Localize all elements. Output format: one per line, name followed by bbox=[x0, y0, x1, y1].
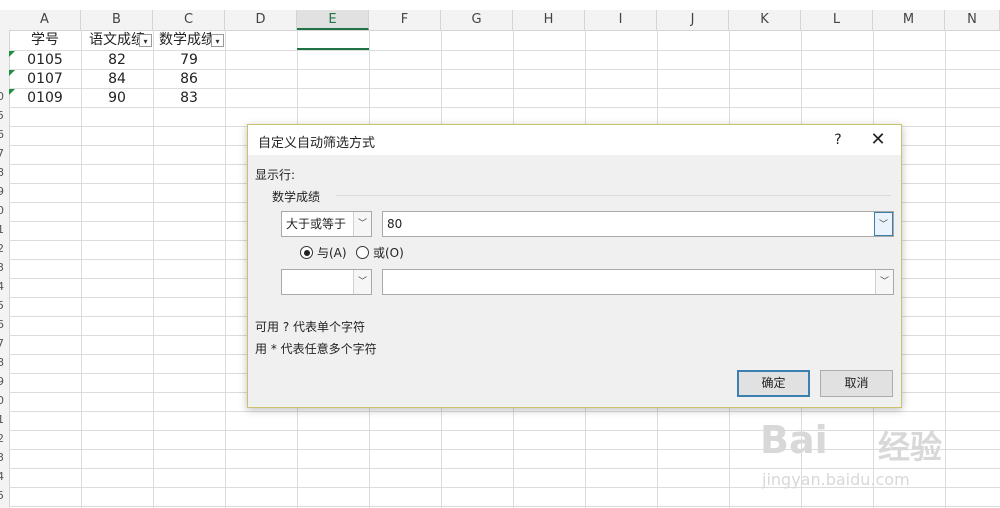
column-header-a[interactable]: A bbox=[9, 10, 81, 30]
row-number[interactable]: 9 bbox=[0, 185, 9, 198]
row-number[interactable]: 6 bbox=[0, 318, 9, 331]
header-cell-student-id[interactable]: 学号 bbox=[9, 31, 81, 50]
cell-chinese-score[interactable]: 90 bbox=[81, 89, 153, 108]
logic-and-radio[interactable]: 与(A) bbox=[300, 245, 347, 261]
column-header-c[interactable]: C bbox=[153, 10, 225, 30]
row-number[interactable]: 5 bbox=[0, 489, 9, 502]
column-header-m[interactable]: M bbox=[873, 10, 945, 30]
row-number[interactable]: 2 bbox=[0, 432, 9, 445]
row-number[interactable]: 0 bbox=[0, 204, 9, 217]
row-number[interactable]: 4 bbox=[0, 280, 9, 293]
gridline bbox=[9, 506, 1000, 507]
active-cell-e[interactable] bbox=[297, 30, 369, 50]
row-number[interactable]: 4 bbox=[0, 470, 9, 483]
condition2-value-input[interactable]: ﹀ bbox=[382, 269, 894, 295]
cell-chinese-score[interactable]: 84 bbox=[81, 70, 153, 89]
column-header-j[interactable]: J bbox=[657, 10, 729, 30]
row-number[interactable]: 3 bbox=[0, 261, 9, 274]
column-header-d[interactable]: D bbox=[225, 10, 297, 30]
radio-unselected-icon bbox=[356, 246, 369, 259]
row-number[interactable]: 0 bbox=[0, 394, 9, 407]
group-divider bbox=[336, 195, 891, 196]
close-icon[interactable]: ✕ bbox=[866, 129, 890, 151]
column-header-e[interactable]: E bbox=[297, 10, 369, 30]
dialog-title: 自定义自动筛选方式 bbox=[258, 136, 376, 151]
watermark-brand: Bai bbox=[760, 418, 828, 462]
row-number[interactable]: 6 bbox=[0, 128, 9, 141]
logic-or-radio[interactable]: 或(O) bbox=[356, 245, 404, 261]
custom-autofilter-dialog: 自定义自动筛选方式 ? ✕ 显示行: 数学成绩 大于或等于 ﹀ 80 ﹀ 与(A… bbox=[247, 124, 902, 408]
column-header-b[interactable]: B bbox=[81, 10, 153, 30]
filter-applied-icon[interactable]: ▾ bbox=[139, 34, 152, 47]
row-number[interactable]: 2 bbox=[0, 242, 9, 255]
help-icon[interactable]: ? bbox=[826, 129, 850, 151]
condition1-value-text: 80 bbox=[387, 217, 403, 231]
row-number[interactable]: 3 bbox=[0, 451, 9, 464]
row-number[interactable]: 9 bbox=[0, 375, 9, 388]
condition2-operator-select[interactable]: ﹀ bbox=[281, 269, 372, 295]
row-number[interactable]: 1 bbox=[0, 223, 9, 236]
column-header-i[interactable]: I bbox=[585, 10, 657, 30]
chevron-down-icon[interactable]: ﹀ bbox=[875, 270, 893, 294]
header-cell-math-score[interactable]: 数学成绩 bbox=[153, 31, 211, 50]
cell-student-id[interactable]: 0107 bbox=[9, 70, 81, 89]
column-header-l[interactable]: L bbox=[801, 10, 873, 30]
cell-math-score[interactable]: 83 bbox=[153, 89, 225, 108]
baidu-watermark: Bai 经验 jingyan.baidu.com bbox=[748, 400, 998, 500]
row-number[interactable]: 5 bbox=[0, 299, 9, 312]
row-number[interactable]: 8 bbox=[0, 356, 9, 369]
cell-math-score[interactable]: 79 bbox=[153, 51, 225, 70]
ok-button[interactable]: 确定 bbox=[737, 370, 810, 397]
column-header-n[interactable]: N bbox=[945, 10, 1000, 30]
row-number[interactable]: 7 bbox=[0, 337, 9, 350]
condition1-value-input[interactable]: 80 ﹀ bbox=[382, 211, 894, 237]
row-number[interactable]: 1 bbox=[0, 413, 9, 426]
show-rows-label: 显示行: bbox=[255, 168, 296, 182]
wildcard-hint-single: 可用 ? 代表单个字符 bbox=[255, 320, 365, 334]
column-header-h[interactable]: H bbox=[513, 10, 585, 30]
column-header-k[interactable]: K bbox=[729, 10, 801, 30]
row-number[interactable]: 8 bbox=[0, 166, 9, 179]
row-number[interactable]: 5 bbox=[0, 109, 9, 122]
cell-math-score[interactable]: 86 bbox=[153, 70, 225, 89]
chevron-down-icon[interactable]: ﹀ bbox=[874, 212, 893, 236]
field-name-label: 数学成绩 bbox=[272, 190, 321, 204]
column-header-g[interactable]: G bbox=[441, 10, 513, 30]
radio-selected-icon bbox=[300, 246, 313, 259]
column-header-f[interactable]: F bbox=[369, 10, 441, 30]
chevron-down-icon[interactable]: ﹀ bbox=[353, 270, 371, 294]
wildcard-hint-multiple: 用 * 代表任意多个字符 bbox=[255, 342, 377, 356]
logic-or-label: 或(O) bbox=[373, 246, 404, 260]
logic-and-label: 与(A) bbox=[317, 246, 347, 260]
watermark-site: jingyan.baidu.com bbox=[762, 470, 910, 489]
watermark-brand-cn: 经验 bbox=[878, 428, 943, 466]
row-number[interactable]: 7 bbox=[0, 147, 9, 160]
chevron-down-icon[interactable]: ﹀ bbox=[353, 212, 371, 236]
cell-student-id[interactable]: 0109 bbox=[9, 89, 81, 108]
condition1-operator-select[interactable]: 大于或等于 ﹀ bbox=[281, 211, 372, 237]
row-number[interactable]: 0 bbox=[0, 90, 9, 103]
gridline bbox=[225, 30, 226, 508]
cell-chinese-score[interactable]: 82 bbox=[81, 51, 153, 70]
cancel-button[interactable]: 取消 bbox=[820, 370, 893, 397]
cell-student-id[interactable]: 0105 bbox=[9, 51, 81, 70]
filter-dropdown-icon[interactable]: ▾ bbox=[211, 34, 224, 47]
dialog-titlebar[interactable]: 自定义自动筛选方式 ? ✕ bbox=[248, 125, 901, 155]
condition1-operator-value: 大于或等于 bbox=[286, 217, 347, 231]
